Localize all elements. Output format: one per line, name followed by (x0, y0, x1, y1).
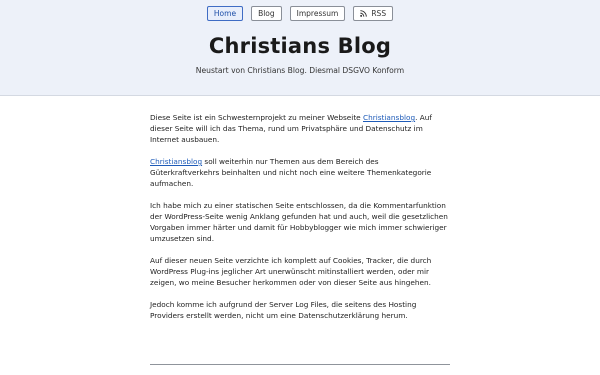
site-subtitle: Neustart von Christians Blog. Diesmal DS… (195, 66, 405, 75)
nav-blog-button[interactable]: Blog (251, 6, 282, 21)
content-divider (150, 364, 450, 365)
site-header: Home Blog Impressum RSS Christians Blog … (0, 0, 600, 96)
rss-icon (360, 10, 368, 17)
nav-home-button[interactable]: Home (206, 6, 244, 21)
site-title: Christians Blog (208, 34, 392, 58)
paragraph-static-site: Ich habe mich zu einer statischen Seite … (150, 201, 448, 243)
paragraph-no-cookies: Auf dieser neuen Seite verzichte ich kom… (150, 256, 432, 287)
christiansblog-link[interactable]: Christiansblog (363, 113, 415, 122)
paragraph-topic: Christiansblog soll weiterhin nur Themen… (150, 156, 450, 189)
nav-rss-button[interactable]: RSS (353, 6, 394, 21)
nav-rss-label: RSS (371, 9, 387, 18)
main-nav: Home Blog Impressum RSS (0, 6, 600, 21)
christiansblog-link-2[interactable]: Christiansblog (150, 157, 202, 166)
paragraph-privacy-policy: Jedoch komme ich aufgrund der Server Log… (150, 300, 417, 320)
main-content: Diese Seite ist ein Schwesternprojekt zu… (150, 112, 450, 332)
paragraph-intro-text-1: Diese Seite ist ein Schwesternprojekt zu… (150, 113, 363, 122)
paragraph-intro: Diese Seite ist ein Schwesternprojekt zu… (150, 112, 450, 145)
nav-impressum-button[interactable]: Impressum (289, 6, 346, 21)
